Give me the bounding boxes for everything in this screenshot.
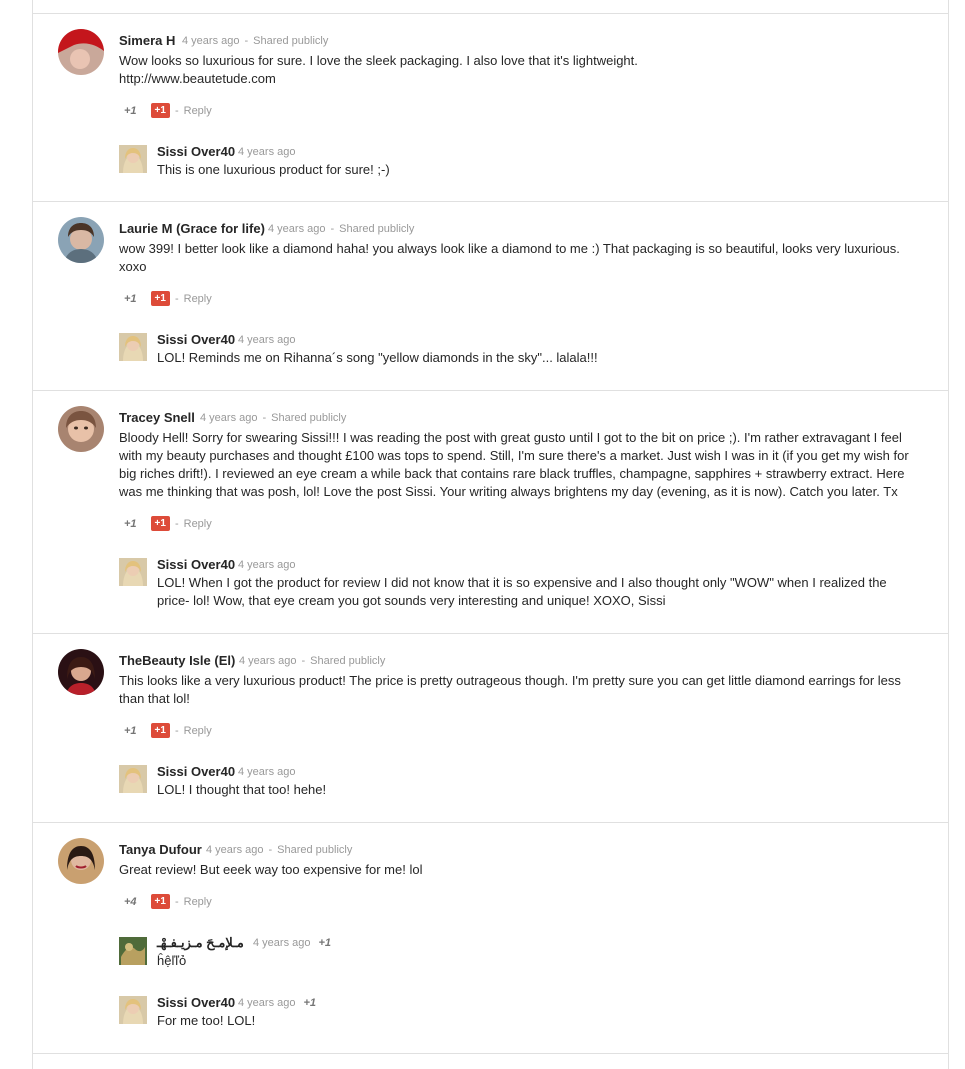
comment-text: Wow looks so luxurious for sure. I love … <box>119 52 909 88</box>
reply-avatar[interactable] <box>119 937 147 965</box>
plus-count[interactable]: +1 <box>124 725 137 737</box>
reply-time[interactable]: 4 years ago <box>238 766 295 778</box>
plus-one-button[interactable]: +1 <box>150 516 170 531</box>
avatar[interactable] <box>58 838 104 884</box>
comment-time[interactable]: 4 years ago <box>182 35 239 47</box>
reply-meta: 4 years ago +1 <box>238 997 316 1009</box>
avatar[interactable] <box>58 649 104 695</box>
reply-text: LOL! Reminds me on Rihanna´s song "yello… <box>157 350 598 365</box>
reply-button[interactable]: Reply <box>184 518 212 530</box>
reply-button[interactable]: Reply <box>184 896 212 908</box>
comment-time[interactable]: 4 years ago <box>206 844 263 856</box>
reply-text: This is one luxurious product for sure! … <box>157 162 390 177</box>
comment-actions: +1 +1 - Reply <box>124 723 212 738</box>
comment-time[interactable]: 4 years ago <box>268 223 325 235</box>
comment-thread: Tracey Snell 4 years ago - Shared publicly… <box>33 390 948 634</box>
reply-avatar[interactable] <box>119 996 147 1024</box>
comment-author[interactable]: Laurie M (Grace for life) <box>119 221 265 236</box>
reply-author[interactable]: Sissi Over40 <box>157 144 235 159</box>
comment-actions: +1 +1 - Reply <box>124 516 212 531</box>
reply-button[interactable]: Reply <box>184 293 212 305</box>
comment-actions: +1 +1 - Reply <box>124 103 212 118</box>
reply-avatar[interactable] <box>119 333 147 361</box>
plus-one-button[interactable]: +1 <box>150 723 170 738</box>
comment-meta: 4 years ago - Shared publicly <box>268 223 415 235</box>
comment-actions: +4 +1 - Reply <box>124 894 212 909</box>
avatar[interactable] <box>58 29 104 75</box>
reply-avatar[interactable] <box>119 558 147 586</box>
comment-text: This looks like a very luxurious product… <box>119 673 901 706</box>
reply-button[interactable]: Reply <box>184 105 212 117</box>
reply-avatar[interactable] <box>119 765 147 793</box>
shared-label: Shared publicly <box>271 412 347 424</box>
plus-count[interactable]: +1 <box>124 518 137 530</box>
reply-time[interactable]: 4 years ago <box>238 334 295 346</box>
comment-thread-divider <box>33 1053 948 1064</box>
reply-plus-count[interactable]: +1 <box>318 937 331 949</box>
shared-label: Shared publicly <box>253 35 329 47</box>
avatar[interactable] <box>58 406 104 452</box>
comment-author[interactable]: Simera H <box>119 33 175 48</box>
comment-actions: +1 +1 - Reply <box>124 291 212 306</box>
reply-time[interactable]: 4 years ago <box>253 937 310 949</box>
comment-text: wow 399! I better look like a diamond ha… <box>119 241 900 274</box>
reply-time[interactable]: 4 years ago <box>238 997 295 1009</box>
reply-author[interactable]: Sissi Over40 <box>157 332 235 347</box>
reply-time[interactable]: 4 years ago <box>238 559 295 571</box>
comments-section: Simera H 4 years ago - Shared publicly Wow… <box>32 0 949 1069</box>
comment-text: Great review! But eeek way too expensive… <box>119 862 423 877</box>
reply-author[interactable]: Sissi Over40 <box>157 995 235 1010</box>
reply-text: ĥệľľỏ <box>157 953 187 968</box>
comment-thread: Simera H 4 years ago - Shared publicly Wow… <box>33 13 948 202</box>
comment-author[interactable]: TheBeauty Isle (El) <box>119 653 235 668</box>
reply-text: For me too! LOL! <box>157 1013 256 1028</box>
reply-author[interactable]: Sissi Over40 <box>157 764 235 779</box>
reply-plus-count[interactable]: +1 <box>303 997 316 1009</box>
reply-button[interactable]: Reply <box>184 725 212 737</box>
comment-meta: 4 years ago - Shared publicly <box>200 412 347 424</box>
reply-meta: 4 years ago +1 <box>253 937 331 949</box>
comment-author[interactable]: Tracey Snell <box>119 410 195 425</box>
reply-author[interactable]: مـلإمـحَ مـزيـفـهْـ <box>157 935 244 951</box>
plus-one-button[interactable]: +1 <box>150 103 170 118</box>
comment-meta: 4 years ago - Shared publicly <box>182 35 329 47</box>
comment-meta: 4 years ago - Shared publicly <box>206 844 353 856</box>
comment-text-line: Wow looks so luxurious for sure. I love … <box>119 53 638 68</box>
comment-thread: TheBeauty Isle (El) 4 years ago - Shared p… <box>33 633 948 823</box>
shared-label: Shared publicly <box>277 844 353 856</box>
comment-text: Bloody Hell! Sorry for swearing Sissi!!!… <box>119 430 909 499</box>
shared-label: Shared publicly <box>310 655 386 667</box>
reply-time[interactable]: 4 years ago <box>238 146 295 158</box>
plus-one-button[interactable]: +1 <box>150 894 170 909</box>
plus-count[interactable]: +1 <box>124 293 137 305</box>
reply-text: LOL! When I got the product for review I… <box>157 575 887 608</box>
comment-thread: Tanya Dufour 4 years ago - Shared publicly… <box>33 822 948 1054</box>
comment-link[interactable]: http://www.beautetude.com <box>119 70 909 88</box>
plus-count[interactable]: +1 <box>124 105 137 117</box>
reply-avatar[interactable] <box>119 145 147 173</box>
comment-time[interactable]: 4 years ago <box>239 655 296 667</box>
reply-author[interactable]: Sissi Over40 <box>157 557 235 572</box>
comment-time[interactable]: 4 years ago <box>200 412 257 424</box>
plus-one-button[interactable]: +1 <box>150 291 170 306</box>
comment-author[interactable]: Tanya Dufour <box>119 842 202 857</box>
reply-text: LOL! I thought that too! hehe! <box>157 782 327 797</box>
comment-thread: Laurie M (Grace for life) 4 years ago - Sh… <box>33 201 948 391</box>
shared-label: Shared publicly <box>339 223 415 235</box>
avatar[interactable] <box>58 217 104 263</box>
plus-count[interactable]: +4 <box>124 896 137 908</box>
comment-meta: 4 years ago - Shared publicly <box>239 655 386 667</box>
